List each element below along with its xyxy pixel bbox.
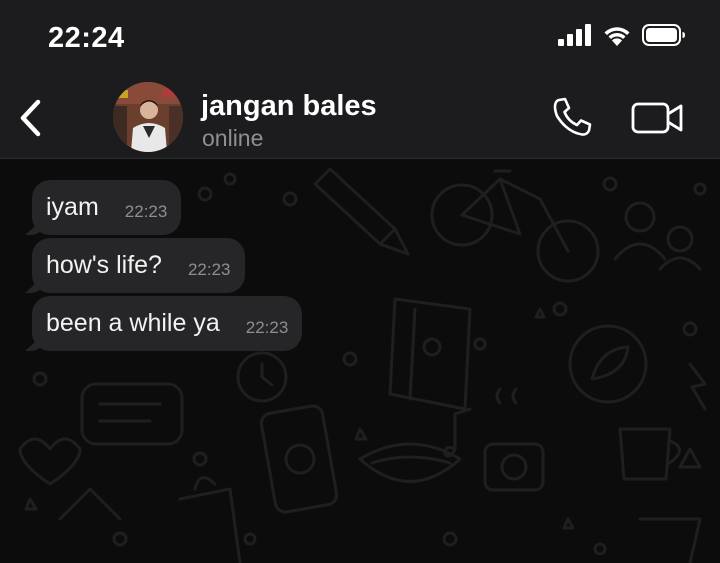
signal-icon	[558, 24, 591, 46]
status-time: 22:24	[48, 22, 125, 54]
back-button[interactable]	[14, 96, 50, 140]
message-text: been a while ya	[46, 309, 220, 337]
chat-screen: 22:24 jangan bales online iyam 22:23 how…	[0, 0, 720, 563]
battery-icon	[642, 24, 685, 46]
avatar-photo	[113, 82, 183, 152]
phone-icon	[553, 97, 592, 136]
message-time: 22:23	[187, 259, 231, 279]
message-text: how's life?	[46, 251, 162, 279]
status-icons	[558, 24, 686, 46]
message-text: iyam	[46, 193, 99, 221]
chat-header: jangan bales online	[0, 78, 720, 159]
chat-area[interactable]: iyam 22:23 how's life? 22:23 been a whil…	[0, 159, 720, 563]
video-call-button[interactable]	[630, 98, 686, 138]
message-bubble[interactable]: iyam 22:23	[32, 180, 182, 235]
voice-call-button[interactable]	[550, 95, 594, 139]
status-bar: 22:24	[0, 0, 720, 78]
message-bubble[interactable]: how's life? 22:23	[32, 238, 245, 293]
contact-status: online	[202, 125, 264, 151]
message-bubble[interactable]: been a while ya 22:23	[32, 296, 303, 351]
message-time: 22:23	[124, 201, 168, 221]
contact-avatar[interactable]	[113, 82, 183, 152]
chevron-left-icon	[20, 99, 41, 137]
wifi-icon	[604, 27, 630, 46]
contact-name[interactable]: jangan bales	[201, 90, 377, 123]
video-camera-icon	[631, 102, 683, 134]
message-time: 22:23	[245, 317, 289, 337]
